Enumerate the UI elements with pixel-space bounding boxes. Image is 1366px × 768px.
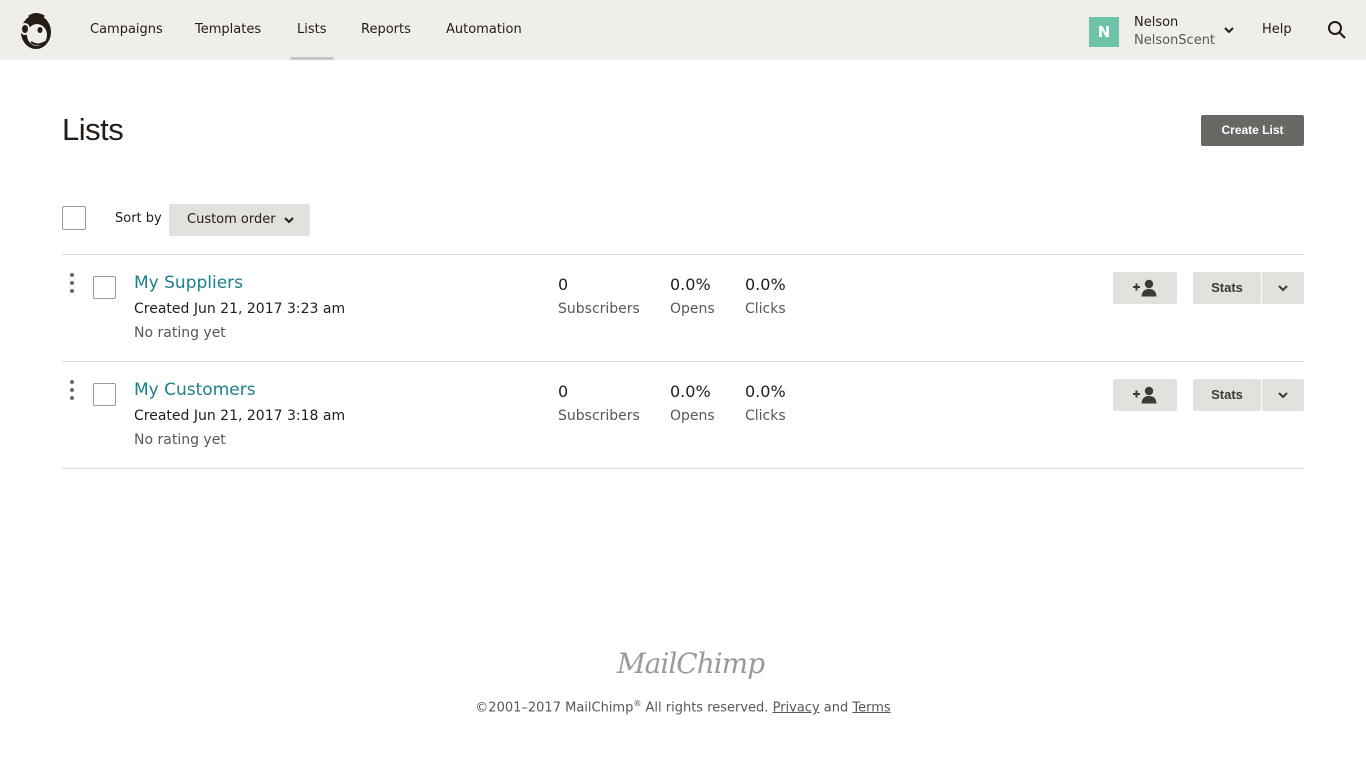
subscribers-count: 0 [558, 275, 569, 294]
sort-label: Sort by [115, 211, 162, 226]
search-icon[interactable] [1327, 20, 1347, 40]
footer-and: and [819, 700, 853, 716]
subscribers-count: 0 [558, 382, 569, 401]
account-org[interactable]: NelsonScent [1134, 33, 1215, 48]
subscribers-label: Subscribers [558, 408, 640, 424]
sort-dropdown[interactable]: Custom order [169, 204, 310, 236]
account-name[interactable]: Nelson [1134, 15, 1178, 30]
list-checkbox[interactable] [93, 383, 116, 406]
stats-button[interactable]: Stats [1193, 379, 1261, 411]
opens-label: Opens [670, 408, 715, 424]
mailchimp-logo-icon[interactable] [17, 11, 55, 51]
list-rating: No rating yet [134, 432, 226, 448]
stats-dropdown-button[interactable] [1262, 379, 1304, 411]
footer-rights: All rights reserved. [641, 700, 773, 716]
help-link[interactable]: Help [1262, 0, 1292, 60]
list-name-link[interactable]: My Suppliers [134, 273, 243, 293]
chevron-down-icon[interactable] [1222, 23, 1236, 37]
stats-dropdown-button[interactable] [1262, 272, 1304, 304]
nav-templates[interactable]: Templates [195, 0, 261, 60]
subscribers-label: Subscribers [558, 301, 640, 317]
list-name-link[interactable]: My Customers [134, 380, 256, 400]
opens-rate: 0.0% [670, 382, 711, 401]
add-subscriber-button[interactable] [1113, 379, 1177, 411]
nav-reports[interactable]: Reports [361, 0, 411, 60]
list-created-date: Created Jun 21, 2017 3:23 am [134, 301, 346, 317]
terms-link[interactable]: Terms [852, 700, 890, 715]
stats-button[interactable]: Stats [1193, 272, 1261, 304]
clicks-rate: 0.0% [745, 275, 786, 294]
create-list-button[interactable]: Create List [1201, 115, 1304, 146]
chevron-down-icon [1278, 392, 1288, 399]
chevron-down-icon [284, 217, 294, 224]
clicks-label: Clicks [745, 301, 786, 317]
drag-handle-icon[interactable] [66, 378, 78, 404]
opens-rate: 0.0% [670, 275, 711, 294]
list-rating: No rating yet [134, 325, 226, 341]
footer: ©2001–2017 MailChimp® All rights reserve… [0, 699, 1366, 715]
list-row: My Suppliers Created Jun 21, 2017 3:23 a… [0, 255, 1366, 361]
list-created-date: Created Jun 21, 2017 3:18 am [134, 408, 346, 424]
sort-value: Custom order [187, 212, 276, 227]
divider [62, 468, 1304, 469]
nav-automation[interactable]: Automation [446, 0, 522, 60]
add-subscriber-button[interactable] [1113, 272, 1177, 304]
clicks-rate: 0.0% [745, 382, 786, 401]
page-title: Lists [62, 112, 124, 147]
add-person-icon [1133, 279, 1157, 297]
list-row: My Customers Created Jun 21, 2017 3:18 a… [0, 362, 1366, 468]
list-checkbox[interactable] [93, 276, 116, 299]
nav-campaigns[interactable]: Campaigns [90, 0, 163, 60]
top-nav: Campaigns Templates Lists Reports Automa… [0, 0, 1366, 60]
chevron-down-icon [1278, 285, 1288, 292]
add-person-icon [1133, 386, 1157, 404]
footer-logo: MailChimp [617, 647, 765, 680]
avatar[interactable]: N [1089, 17, 1119, 47]
opens-label: Opens [670, 301, 715, 317]
footer-copyright: ©2001–2017 MailChimp [475, 700, 634, 716]
drag-handle-icon[interactable] [66, 271, 78, 297]
clicks-label: Clicks [745, 408, 786, 424]
nav-lists[interactable]: Lists [291, 0, 332, 60]
privacy-link[interactable]: Privacy [773, 700, 820, 715]
select-all-checkbox[interactable] [62, 206, 86, 230]
